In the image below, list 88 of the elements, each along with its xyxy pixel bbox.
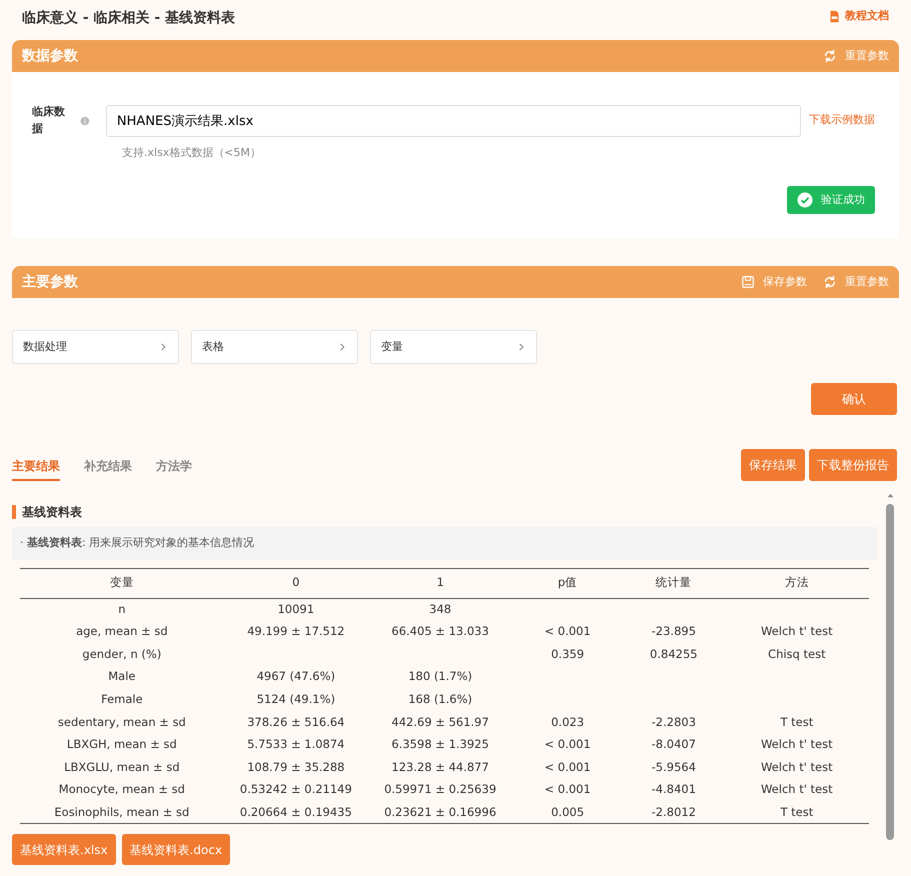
table-cell: 0.59971 ± 0.25639 — [384, 782, 496, 796]
section-expander[interactable]: 表格 — [191, 330, 358, 364]
table-cell: -4.8401 — [652, 782, 696, 796]
table-cell: < 0.001 — [544, 782, 591, 796]
download-button[interactable]: 基线资料表.xlsx — [12, 834, 116, 866]
scrollbar-thumb[interactable] — [886, 504, 894, 840]
reset-button[interactable]: 重置参数 — [823, 48, 889, 64]
section-title: 基线资料表 — [12, 505, 877, 519]
doc-link[interactable]: 教程文档 — [828, 8, 889, 24]
table-cell: 10091 — [278, 602, 314, 616]
file-input-field[interactable]: NHANES演示结果.xlsx — [106, 104, 802, 136]
table-cell: Welch t' test — [760, 624, 833, 638]
table-cell: -5.9564 — [652, 760, 696, 774]
pdf-file-icon — [828, 10, 841, 23]
verified-button[interactable]: 验证成功 — [787, 186, 875, 214]
table-cell: 123.28 ± 44.877 — [392, 760, 489, 774]
table-cell: -2.2803 — [652, 714, 696, 729]
refresh-icon — [823, 49, 837, 63]
description-text: · 基线资料表: 用来展示研究对象的基本信息情况 — [12, 527, 877, 560]
table-cell: 4967 (47.6%) — [256, 669, 336, 684]
table-cell: 5.7533 ± 1.0874 — [247, 737, 345, 752]
table-cell: -8.0407 — [652, 737, 696, 752]
table-cell: Welch t' test — [760, 737, 833, 752]
table-cell: 0.005 — [551, 804, 584, 819]
page-title: 临床意义 - 临床相关 - 基线资料表 — [22, 8, 236, 28]
table-cell: T test — [780, 714, 814, 729]
column-header: 1 — [368, 568, 512, 598]
table-cell: 0.359 — [551, 646, 584, 661]
table-cell: Welch t' test — [760, 782, 833, 796]
section-expander[interactable]: 变量 — [370, 330, 537, 364]
table-cell: Eosinophils, mean ± sd — [54, 804, 190, 819]
table-cell: 0.53242 ± 0.21149 — [240, 782, 352, 796]
table-cell: 180 (1.7%) — [408, 669, 472, 684]
table-cell: < 0.001 — [544, 760, 591, 774]
table-cell: 49.199 ± 17.512 — [247, 624, 345, 638]
column-header: 变量 — [20, 568, 224, 598]
download-button[interactable]: 基线资料表.docx — [122, 834, 230, 866]
column-header: 0 — [224, 568, 368, 598]
check-circle-icon — [797, 192, 813, 208]
table-cell: 0.023 — [551, 714, 584, 729]
confirm-button[interactable]: 确认 — [811, 383, 897, 415]
table-cell: T test — [780, 804, 814, 819]
table-cell: 168 (1.6%) — [408, 692, 472, 706]
column-header: p值 — [512, 568, 623, 598]
table-cell: -2.8012 — [652, 804, 696, 819]
table-cell: age, mean ± sd — [76, 624, 168, 638]
result-button[interactable]: 保存结果 — [741, 449, 805, 481]
section-expander[interactable]: 数据处理 — [12, 330, 179, 364]
table-cell: n — [118, 602, 126, 616]
table-cell: 0.84255 — [650, 646, 698, 661]
result-button[interactable]: 下载整份报告 — [809, 449, 897, 481]
column-header: 统计量 — [622, 568, 725, 598]
table-cell: Chisq test — [768, 646, 826, 661]
panel-title: 数据参数 — [22, 46, 78, 66]
table-cell: 0.20664 ± 0.19435 — [240, 804, 352, 819]
table-cell: -23.895 — [652, 624, 696, 638]
table-cell: 442.69 ± 561.97 — [392, 714, 489, 729]
table-cell: < 0.001 — [544, 624, 591, 638]
scroll-up-icon — [886, 491, 894, 500]
result-tab[interactable]: 主要结果 — [12, 455, 60, 481]
table-cell: Male — [108, 669, 136, 684]
table-cell: gender, n (%) — [82, 646, 162, 661]
save-params-button[interactable]: 保存参数 — [741, 274, 807, 290]
hint-text: 支持.xlsx格式数据（<5M） — [122, 145, 262, 161]
table-cell: Female — [101, 692, 143, 706]
table-cell: 66.405 ± 13.033 — [392, 624, 489, 638]
result-tab[interactable]: 方法学 — [156, 455, 192, 481]
panel-title: 主要参数 — [22, 272, 78, 292]
table-cell: Welch t' test — [760, 760, 833, 774]
table-cell: 6.3598 ± 1.3925 — [392, 737, 489, 752]
table-cell: sedentary, mean ± sd — [58, 714, 186, 729]
table-cell: Monocyte, mean ± sd — [58, 782, 185, 796]
column-header: 方法 — [724, 568, 869, 598]
info-icon — [80, 114, 90, 126]
table-cell: < 0.001 — [544, 737, 591, 752]
reset-button[interactable]: 重置参数 — [823, 274, 889, 290]
table-cell: LBXGLU, mean ± sd — [64, 760, 180, 774]
download-sample-link[interactable]: 下载示例数据 — [809, 112, 876, 129]
field-label: 临床数据 — [32, 104, 66, 136]
table-cell: 378.26 ± 516.64 — [247, 714, 345, 729]
refresh-icon — [823, 275, 837, 289]
table-cell: 5124 (49.1%) — [256, 692, 336, 706]
table-cell: 348 — [429, 602, 452, 616]
save-icon — [741, 275, 755, 289]
table-cell: 108.79 ± 35.288 — [247, 760, 345, 774]
result-tab[interactable]: 补充结果 — [84, 455, 132, 481]
table-cell: LBXGH, mean ± sd — [66, 737, 177, 752]
table-cell: 0.23621 ± 0.16996 — [384, 804, 496, 819]
